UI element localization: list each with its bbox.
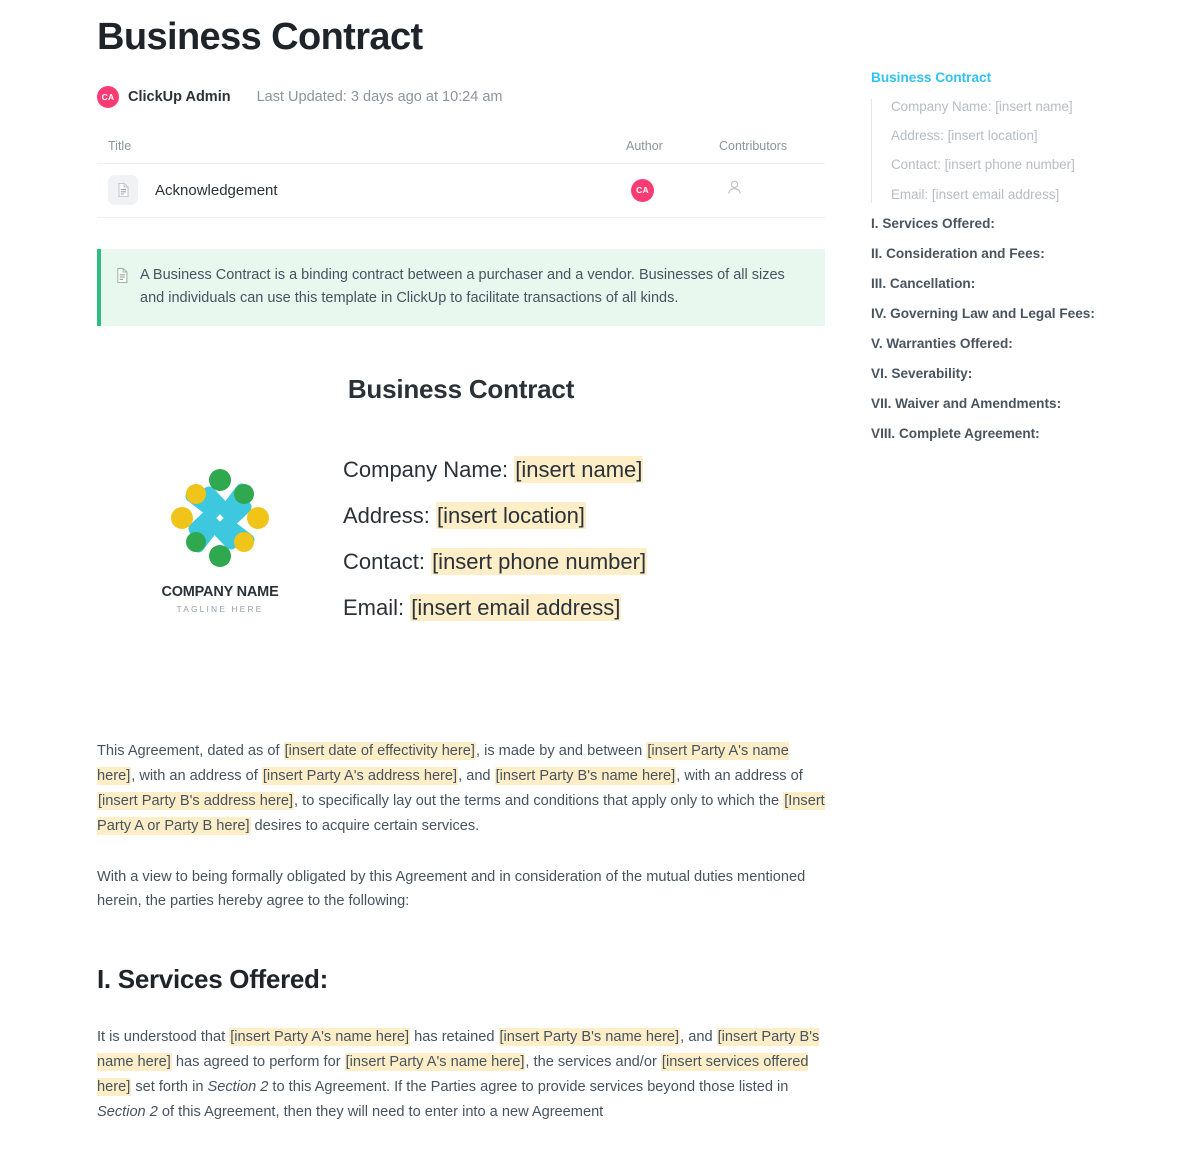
services-paragraph: It is understood that [insert Party A's … [97, 1025, 825, 1124]
subpages-table: Title Author Contributors Acknowledgemen… [97, 139, 825, 218]
text-run: , with an address of [676, 768, 803, 785]
section-reference: Section 2 [97, 1103, 158, 1120]
toc-subitem-company-name[interactable]: Company Name: [insert name] [891, 99, 1171, 115]
placeholder-party-a-address[interactable]: [insert Party A's address here] [261, 767, 459, 786]
toc-item-complete-agreement[interactable]: VIII. Complete Agreement: [871, 426, 1171, 443]
document-meta: CA ClickUp Admin Last Updated: 3 days ag… [97, 85, 825, 108]
field-label: Email: [343, 595, 405, 621]
toc-item-services-offered[interactable]: I. Services Offered: [871, 216, 1171, 233]
field-email: Email: [insert email address] [343, 594, 647, 622]
toc-item-business-contract[interactable]: Business Contract [871, 70, 1171, 86]
field-value[interactable]: [insert name] [514, 456, 644, 484]
company-fields: Company Name: [insert name] Address: [in… [343, 455, 648, 643]
section-heading-services-offered: I. Services Offered: [97, 964, 328, 995]
text-run: of this Agreement, then they will need t… [157, 1103, 604, 1120]
text-run: , and [458, 768, 495, 785]
column-header-author: Author [626, 138, 663, 153]
consideration-paragraph: With a view to being formally obligated … [97, 868, 806, 910]
placeholder-party-a-name[interactable]: [insert Party A's name here] [344, 1053, 526, 1072]
text-run: It is understood that [97, 1029, 230, 1046]
page-title: Business Contract [97, 16, 423, 58]
row-author-avatar[interactable]: CA [631, 178, 654, 202]
placeholder-date[interactable]: [insert date of effectivity here] [283, 742, 476, 761]
identity-block: COMPANY NAME TAGLINE HERE Company Name: … [97, 455, 825, 643]
text-run: set forth in [131, 1078, 208, 1095]
text-run: , is made by and between [475, 743, 647, 760]
toc-subitem-email[interactable]: Email: [insert email address] [891, 187, 1171, 203]
toc-item-consideration-and-fees[interactable]: II. Consideration and Fees: [871, 246, 1171, 263]
text-run: , the services and/or [525, 1054, 661, 1071]
table-header-row: Title Author Contributors [97, 139, 825, 164]
text-run: has retained [410, 1029, 499, 1046]
column-header-contributors: Contributors [719, 138, 788, 153]
text-run: , to specifically lay out the terms and … [294, 793, 784, 810]
person-icon[interactable] [726, 179, 743, 201]
column-header-title: Title [108, 138, 132, 153]
toc-item-warranties-offered[interactable]: V. Warranties Offered: [871, 336, 1171, 353]
text-run: desires to acquire certain services. [250, 817, 480, 834]
text-run: has agreed to perform for [171, 1054, 345, 1071]
placeholder-party-b-address[interactable]: [insert Party B's address here] [97, 792, 295, 811]
callout-text: A Business Contract is a binding contrac… [140, 266, 785, 306]
contract-heading: Business Contract [347, 374, 575, 405]
text-run: This Agreement, dated as of [97, 743, 284, 760]
field-contact: Contact: [insert phone number] [343, 548, 648, 576]
last-updated: Last Updated: 3 days ago at 10:24 am [256, 88, 503, 105]
info-callout: A Business Contract is a binding contrac… [97, 248, 825, 327]
text-run: , and [680, 1029, 717, 1046]
toc-subitem-group: Company Name: [insert name] Address: [in… [871, 99, 1171, 203]
text-run: to this Agreement. If the Parties agree … [268, 1078, 789, 1095]
placeholder-party-a-name[interactable]: [insert Party A's name here] [229, 1028, 411, 1047]
toc-subitem-address[interactable]: Address: [insert location] [891, 128, 1171, 144]
field-address: Address: [insert location] [343, 502, 647, 530]
row-title[interactable]: Acknowledgement [155, 182, 278, 199]
placeholder-party-b-name[interactable]: [insert Party B's name here] [494, 767, 677, 786]
table-of-contents: Business Contract Company Name: [insert … [871, 70, 1171, 456]
toc-item-governing-law[interactable]: IV. Governing Law and Legal Fees: [871, 306, 1171, 323]
toc-item-waiver-and-amendments[interactable]: VII. Waiver and Amendments: [871, 396, 1171, 413]
document-icon [108, 175, 138, 205]
field-value[interactable]: [insert phone number] [431, 548, 648, 576]
field-value[interactable]: [insert email address] [410, 594, 622, 622]
toc-item-severability[interactable]: VI. Severability: [871, 366, 1171, 383]
field-label: Company Name: [343, 457, 509, 483]
field-company-name: Company Name: [insert name] [343, 456, 647, 484]
author-name: ClickUp Admin [128, 88, 231, 105]
logo-tagline: TAGLINE HERE [176, 604, 264, 615]
company-logo-block: COMPANY NAME TAGLINE HERE [97, 455, 343, 643]
field-label: Contact: [343, 549, 425, 575]
avatar[interactable]: CA [97, 85, 119, 108]
callout-document-icon [115, 264, 130, 311]
toc-subitem-contact[interactable]: Contact: [insert phone number] [891, 157, 1171, 173]
table-row[interactable]: Acknowledgement CA [97, 164, 825, 218]
document-body: Business Contract CA ClickUp Admin Last … [97, 0, 825, 1139]
placeholder-party-b-name[interactable]: [insert Party B's name here] [498, 1028, 681, 1047]
company-logo-icon [165, 463, 275, 578]
agreement-paragraph: This Agreement, dated as of [insert date… [97, 739, 825, 838]
document-page: Business Contract CA ClickUp Admin Last … [0, 0, 1200, 1160]
field-label: Address: [343, 503, 430, 529]
logo-company-name: COMPANY NAME [161, 584, 279, 601]
section-reference: Section 2 [207, 1078, 269, 1095]
field-value[interactable]: [insert location] [435, 502, 586, 530]
text-run: , with an address of [131, 768, 262, 785]
toc-item-cancellation[interactable]: III. Cancellation: [871, 276, 1171, 293]
